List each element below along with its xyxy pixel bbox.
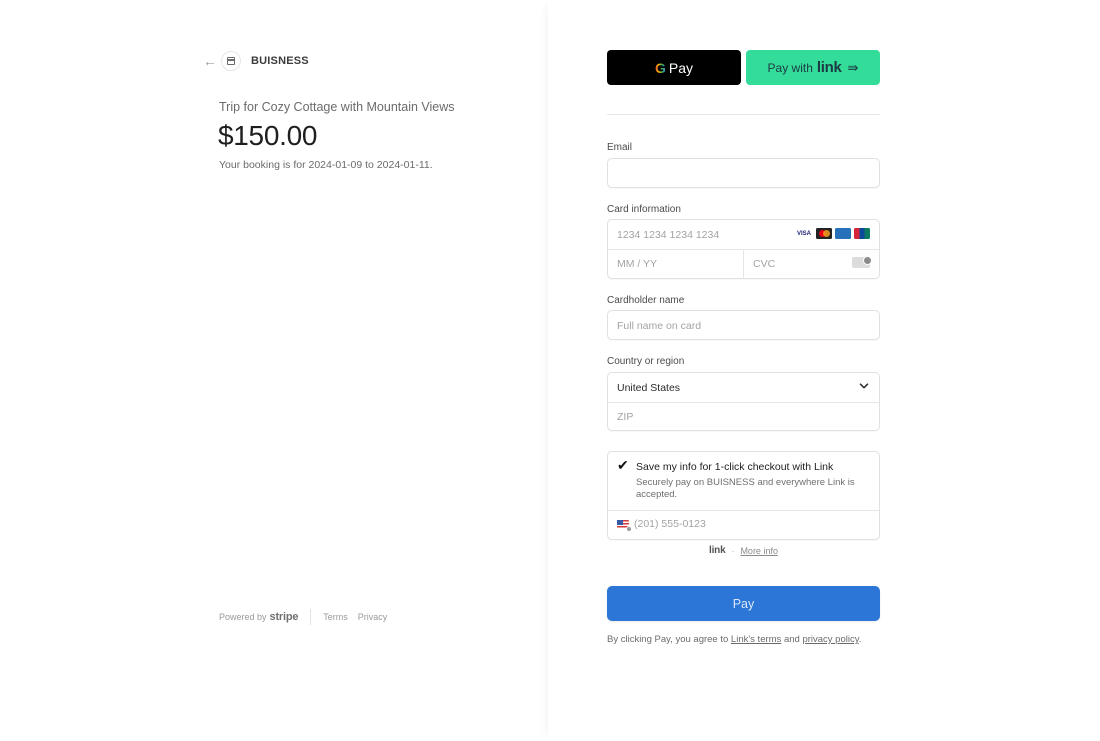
legal-text: By clicking Pay, you agree to Link's ter… — [607, 634, 861, 645]
more-info-link[interactable]: More info — [740, 546, 778, 556]
link-save-panel: ✔ Save my info for 1-click checkout with… — [607, 451, 880, 540]
total-price: $150.00 — [218, 120, 318, 151]
link-button-prefix: Pay with — [767, 60, 813, 75]
footer: Powered by stripe Terms Privacy — [219, 609, 397, 625]
merchant-name: BUISNESS — [251, 55, 309, 67]
save-info-checkbox[interactable]: ✔ — [617, 458, 631, 472]
link-more-info: link · More info — [709, 545, 778, 556]
card-expiry-input[interactable]: MM / YY — [617, 258, 657, 270]
privacy-link[interactable]: Privacy — [358, 612, 388, 622]
save-info-title: Save my info for 1-click checkout with L… — [636, 461, 834, 473]
google-pay-label: Pay — [668, 59, 693, 76]
cvc-card-icon — [852, 256, 872, 268]
link-small-logo: link — [709, 545, 726, 556]
visa-icon: VISA — [795, 228, 813, 239]
cardholder-placeholder: Full name on card — [617, 320, 702, 332]
email-field[interactable] — [607, 158, 880, 188]
save-info-description: Securely pay on BUISNESS and everywhere … — [636, 477, 855, 500]
cardholder-label: Cardholder name — [607, 295, 685, 306]
pay-with-link-button[interactable]: Pay with link ⇛ — [746, 50, 880, 85]
card-column-divider — [743, 249, 744, 278]
payment-form-pane — [548, 0, 1100, 741]
product-name: Trip for Cozy Cottage with Mountain View… — [219, 100, 455, 114]
card-brands: VISA — [795, 228, 870, 239]
card-number-input[interactable]: 1234 1234 1234 1234 — [617, 229, 719, 241]
amex-icon — [835, 228, 851, 239]
phone-input[interactable]: (201) 555-0123 — [634, 518, 706, 530]
stripe-logo[interactable]: stripe — [270, 611, 299, 623]
cardholder-name-field[interactable]: Full name on card — [607, 310, 880, 340]
country-label: Country or region — [607, 356, 685, 367]
dot-separator: · — [731, 545, 735, 556]
legal-prefix: By clicking Pay, you agree to — [607, 634, 729, 645]
powered-by-text: Powered by — [219, 612, 267, 622]
arrow-right-icon: ⇛ — [847, 59, 859, 75]
google-g-icon: G — [654, 59, 666, 76]
email-label: Email — [607, 142, 633, 153]
chevron-down-icon[interactable] — [859, 381, 869, 391]
express-divider — [607, 114, 880, 115]
merchant-header: ← BUISNESS — [203, 51, 309, 71]
card-information-group: 1234 1234 1234 1234 VISA MM / YY CVC — [607, 219, 880, 279]
legal-suffix: . — [858, 634, 862, 645]
link-terms-link[interactable]: Link's terms — [731, 634, 781, 645]
terms-link[interactable]: Terms — [323, 612, 348, 622]
country-code-dropdown-icon — [626, 526, 632, 532]
billing-address-group: United States ZIP — [607, 372, 880, 431]
back-arrow-icon[interactable]: ← — [203, 51, 217, 71]
unionpay-icon — [854, 228, 870, 239]
footer-divider — [310, 609, 312, 625]
country-select[interactable]: United States — [617, 382, 680, 394]
mastercard-icon — [816, 228, 832, 239]
legal-and: and — [783, 634, 800, 645]
store-icon — [221, 51, 241, 71]
google-pay-button[interactable]: G Pay — [607, 50, 741, 85]
booking-dates: Your booking is for 2024-01-09 to 2024-0… — [219, 159, 433, 171]
privacy-policy-link[interactable]: privacy policy — [802, 634, 858, 645]
zip-input[interactable]: ZIP — [617, 411, 633, 423]
pay-button[interactable]: Pay — [607, 586, 880, 621]
card-cvc-input[interactable]: CVC — [753, 258, 775, 270]
link-logo: link — [816, 59, 842, 76]
card-info-label: Card information — [607, 204, 681, 215]
country-divider — [608, 402, 879, 403]
link-panel-divider — [608, 510, 879, 511]
